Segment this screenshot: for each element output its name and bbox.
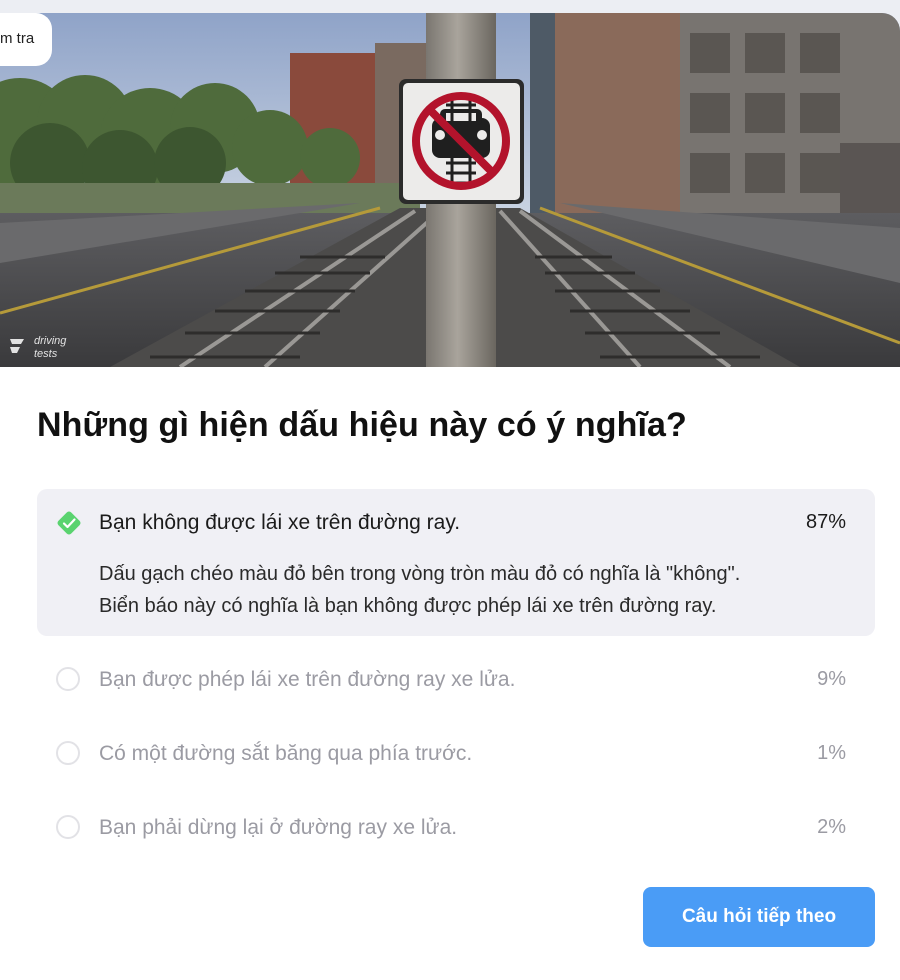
check-diamond-icon bbox=[57, 511, 81, 535]
answer-option[interactable]: Có một đường sắt băng qua phía trước. 1% bbox=[37, 739, 875, 789]
answer-label: Có một đường sắt băng qua phía trước. bbox=[99, 742, 473, 765]
radio-circle-icon bbox=[56, 741, 80, 765]
question-image: driving tests bbox=[0, 13, 900, 367]
answer-option-correct[interactable]: Bạn không được lái xe trên đường ray. 87… bbox=[37, 489, 875, 636]
answer-label: Bạn không được lái xe trên đường ray. bbox=[99, 511, 461, 534]
explanation-line-1: Dấu gạch chéo màu đỏ bên trong vòng tròn… bbox=[99, 563, 741, 585]
radio-circle-icon bbox=[56, 667, 80, 691]
answer-explanation: Dấu gạch chéo màu đỏ bên trong vòng tròn… bbox=[99, 558, 859, 622]
answer-label: Bạn được phép lái xe trên đường ray xe l… bbox=[99, 668, 516, 691]
answer-percent: 87% bbox=[805, 511, 846, 533]
radio-circle-icon bbox=[56, 815, 80, 839]
next-question-button[interactable]: Câu hỏi tiếp theo bbox=[643, 887, 875, 947]
explanation-line-2: Biển báo này có nghĩa là bạn không được … bbox=[99, 595, 717, 617]
answer-option[interactable]: Bạn được phép lái xe trên đường ray xe l… bbox=[37, 665, 875, 715]
answer-percent: 1% bbox=[817, 742, 846, 764]
no-trains-driving-sign bbox=[399, 79, 524, 204]
question-title: Những gì hiện dấu hiệu này có ý nghĩa? bbox=[37, 406, 687, 444]
answer-option[interactable]: Bạn phải dừng lại ở đường ray xe lửa. 2% bbox=[37, 813, 875, 863]
answer-label: Bạn phải dừng lại ở đường ray xe lửa. bbox=[99, 816, 458, 839]
svg-text:driving: driving bbox=[34, 335, 67, 347]
svg-text:tests: tests bbox=[34, 348, 58, 360]
railway-scene-image: driving tests bbox=[0, 13, 900, 367]
question-card: driving tests m tra Những gì hiện dấu hi… bbox=[0, 13, 900, 980]
answer-percent: 9% bbox=[817, 668, 846, 690]
back-tab[interactable]: m tra bbox=[0, 13, 52, 66]
back-tab-label: m tra bbox=[0, 30, 35, 47]
answer-percent: 2% bbox=[817, 816, 846, 838]
